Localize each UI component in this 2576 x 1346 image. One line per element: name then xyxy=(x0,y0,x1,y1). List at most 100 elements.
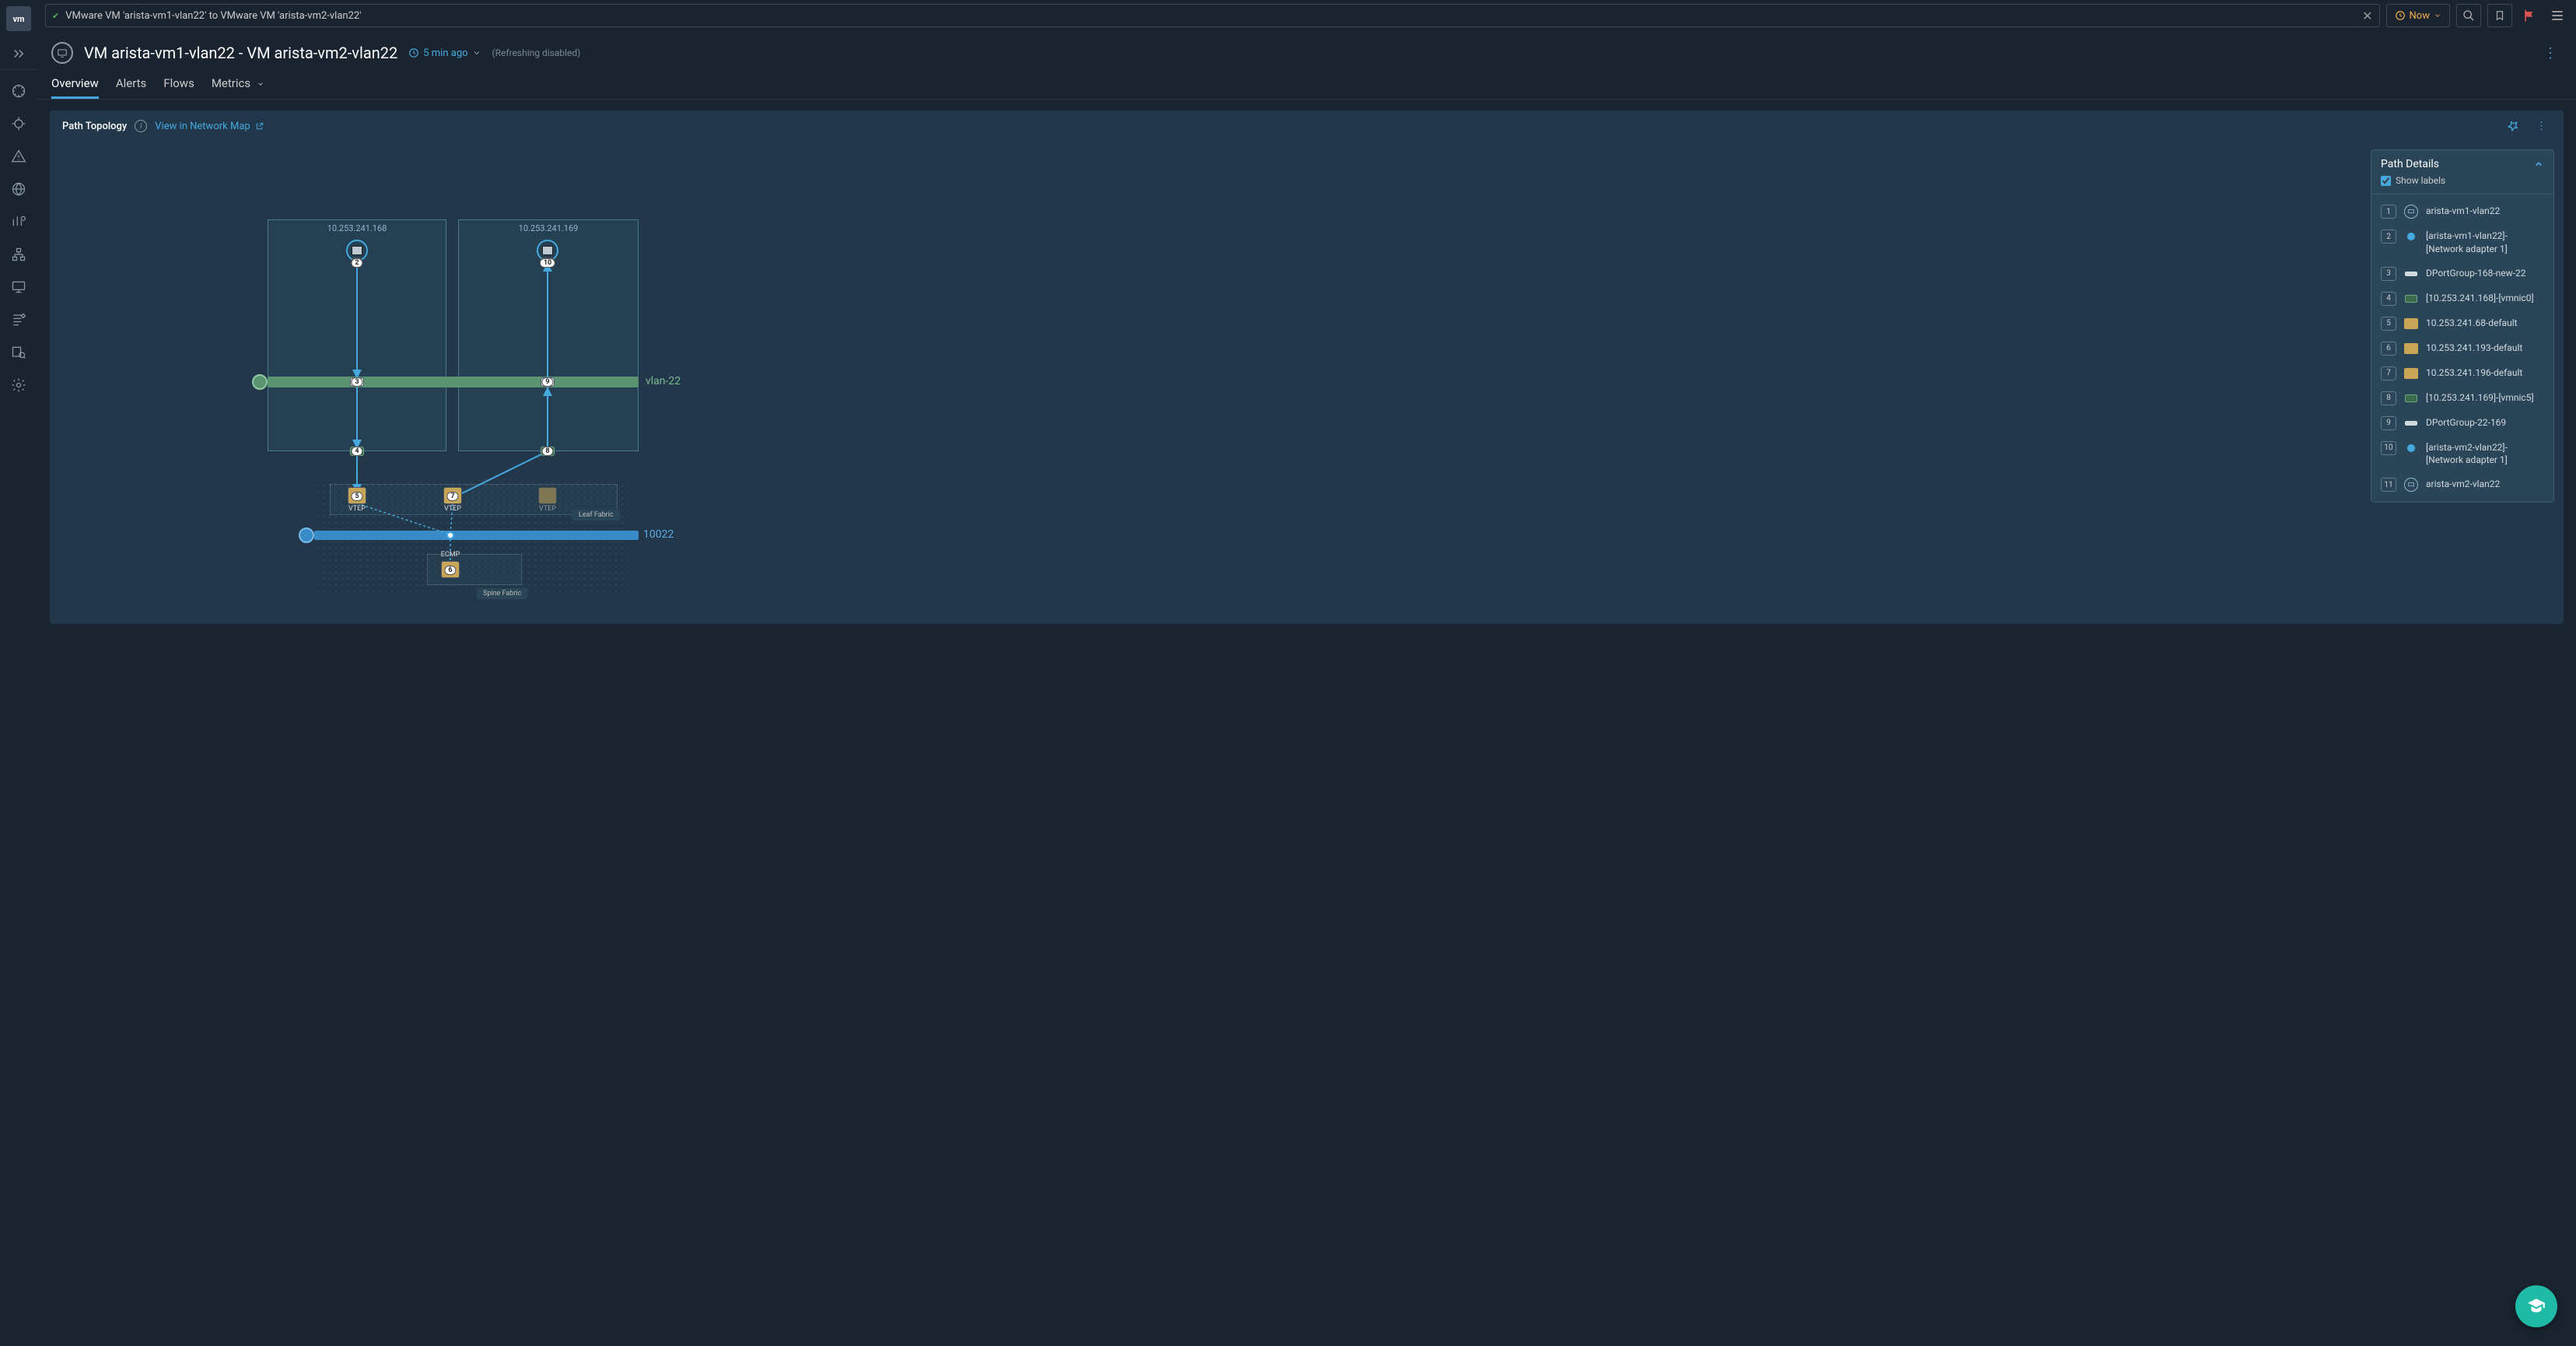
bookmark-button[interactable] xyxy=(2487,4,2512,27)
left-sidebar: vm xyxy=(0,0,37,1346)
vm-badge-icon xyxy=(51,42,73,64)
path-item-3[interactable]: 3 DPortGroup-168-new-22 xyxy=(2371,261,2553,286)
topology-canvas[interactable]: 10.253.241.168 10.253.241.169 vlan-22 Le… xyxy=(50,142,2564,608)
path-item-num: 6 xyxy=(2381,342,2396,356)
path-item-label: arista-vm1-vlan22 xyxy=(2426,205,2500,218)
target-icon[interactable] xyxy=(0,107,37,140)
page-menu-icon[interactable]: ⋮ xyxy=(2539,45,2562,61)
time-range-button[interactable]: Now xyxy=(2386,4,2450,27)
show-labels-input[interactable] xyxy=(2381,176,2391,186)
path-item-num: 10 xyxy=(2381,441,2396,455)
path-item-6[interactable]: 6 10.253.241.193-default xyxy=(2371,336,2553,361)
path-details-list: 1 arista-vm1-vlan22 2[arista-vm1-vlan22]-[… xyxy=(2371,194,2553,502)
tab-overview[interactable]: Overview xyxy=(51,70,99,99)
topbar: ✔ VMware VM 'arista-vm1-vlan22' to VMwar… xyxy=(37,0,2576,31)
node-vtep-extra[interactable]: VTEP xyxy=(538,487,557,504)
path-item-num: 7 xyxy=(2381,366,2396,380)
path-item-label: arista-vm2-vlan22 xyxy=(2426,478,2500,491)
path-item-11[interactable]: 11 arista-vm2-vlan22 xyxy=(2371,472,2553,497)
node-4[interactable]: 4 xyxy=(350,447,364,456)
pinboard-icon[interactable] xyxy=(0,303,37,336)
node-8[interactable]: 8 xyxy=(541,447,555,456)
now-label: Now xyxy=(2410,10,2430,22)
brand-logo: vm xyxy=(6,6,31,31)
chevron-down-icon xyxy=(472,48,481,58)
path-item-label: [arista-vm1-vlan22]-[Network adapter 1] xyxy=(2426,230,2544,256)
search-text: VMware VM 'arista-vm1-vlan22' to VMware … xyxy=(65,10,2356,22)
monitor-icon[interactable] xyxy=(0,271,37,303)
node-2-badge: 2 xyxy=(352,261,362,271)
path-item-num: 4 xyxy=(2381,292,2396,306)
tab-alerts[interactable]: Alerts xyxy=(116,70,147,99)
path-topology-panel: Path Topology i View in Network Map ⋮ xyxy=(50,110,2564,624)
page-title: VM arista-vm1-vlan22 - VM arista-vm2-vla… xyxy=(84,44,397,62)
topology-edges xyxy=(50,142,2564,608)
topology-icon[interactable] xyxy=(0,238,37,271)
alert-icon[interactable] xyxy=(0,140,37,173)
tabs: Overview Alerts Flows Metrics xyxy=(37,70,2576,100)
panel-menu-icon[interactable]: ⋮ xyxy=(2532,121,2551,132)
path-item-2[interactable]: 2[arista-vm1-vlan22]-[Network adapter 1] xyxy=(2371,224,2553,261)
path-item-num: 1 xyxy=(2381,205,2396,219)
path-item-icon xyxy=(2407,444,2415,452)
pin-icon[interactable] xyxy=(2502,120,2524,132)
path-item-icon xyxy=(2404,205,2418,219)
path-item-1[interactable]: 1 arista-vm1-vlan22 xyxy=(2371,199,2553,224)
node-9[interactable]: 9 xyxy=(541,377,555,387)
path-item-label: [arista-vm2-vlan22]-[Network adapter 1] xyxy=(2426,441,2544,468)
analytics-icon[interactable] xyxy=(0,205,37,238)
path-item-icon xyxy=(2404,368,2418,379)
path-item-icon xyxy=(2404,343,2418,354)
path-item-9[interactable]: 9 DPortGroup-22-169 xyxy=(2371,411,2553,436)
time-selector[interactable]: 5 min ago xyxy=(408,47,481,59)
path-item-label: DPortGroup-22-169 xyxy=(2426,416,2506,429)
panel-title: Path Topology xyxy=(62,121,127,132)
clear-search-icon[interactable]: ✕ xyxy=(2362,9,2372,23)
search-nav-icon[interactable] xyxy=(0,336,37,369)
help-fab[interactable] xyxy=(2515,1285,2557,1327)
path-item-label: 10.253.241.193-default xyxy=(2426,342,2522,355)
chevron-down-icon xyxy=(2434,12,2441,19)
path-item-10[interactable]: 10 [arista-vm2-vlan22]-[Network adapter 1… xyxy=(2371,436,2553,473)
flag-icon[interactable] xyxy=(2518,8,2540,23)
path-item-4[interactable]: 4 [10.253.241.168]-[vmnic0] xyxy=(2371,286,2553,311)
path-item-icon xyxy=(2405,394,2417,402)
collapse-icon[interactable] xyxy=(2533,159,2544,170)
dashboard-icon[interactable] xyxy=(0,75,37,107)
path-item-5[interactable]: 5 10.253.241.68-default xyxy=(2371,311,2553,336)
node-6[interactable]: 6 ECMP xyxy=(441,561,460,578)
path-item-label: [10.253.241.169]-[vmnic5] xyxy=(2426,391,2534,405)
check-icon: ✔ xyxy=(52,11,59,21)
show-labels-checkbox[interactable]: Show labels xyxy=(2371,175,2553,194)
path-item-label: DPortGroup-168-new-22 xyxy=(2426,267,2526,280)
search-button[interactable] xyxy=(2456,4,2481,27)
path-item-num: 5 xyxy=(2381,317,2396,331)
settings-icon[interactable] xyxy=(0,369,37,401)
path-item-icon xyxy=(2404,478,2418,492)
page-header: VM arista-vm1-vlan22 - VM arista-vm2-vla… xyxy=(37,31,2576,70)
path-item-num: 3 xyxy=(2381,267,2396,281)
path-item-num: 9 xyxy=(2381,416,2396,430)
path-item-8[interactable]: 8 [10.253.241.169]-[vmnic5] xyxy=(2371,386,2553,411)
search-bar[interactable]: ✔ VMware VM 'arista-vm1-vlan22' to VMwar… xyxy=(45,4,2380,27)
view-network-map-link[interactable]: View in Network Map xyxy=(155,121,264,132)
info-icon[interactable]: i xyxy=(135,120,147,132)
node-3[interactable]: 3 xyxy=(350,377,364,387)
path-item-label: 10.253.241.68-default xyxy=(2426,317,2518,330)
tab-flows[interactable]: Flows xyxy=(163,70,194,99)
node-5[interactable]: 5 VTEP xyxy=(348,487,366,504)
hamburger-icon[interactable] xyxy=(2546,8,2568,23)
path-item-icon xyxy=(2404,318,2418,329)
path-item-num: 8 xyxy=(2381,391,2396,405)
node-7[interactable]: 7 VTEP xyxy=(443,487,462,504)
chevron-down-icon xyxy=(257,80,264,88)
path-item-label: [10.253.241.168]-[vmnic0] xyxy=(2426,292,2534,305)
path-item-label: 10.253.241.196-default xyxy=(2426,366,2522,380)
globe-icon[interactable] xyxy=(0,173,37,205)
refresh-status: (Refreshing disabled) xyxy=(492,47,581,58)
path-item-icon xyxy=(2405,295,2417,303)
path-item-7[interactable]: 7 10.253.241.196-default xyxy=(2371,361,2553,386)
path-item-num: 11 xyxy=(2381,478,2396,492)
tab-metrics[interactable]: Metrics xyxy=(212,70,264,99)
expand-sidebar-icon[interactable] xyxy=(0,37,37,70)
